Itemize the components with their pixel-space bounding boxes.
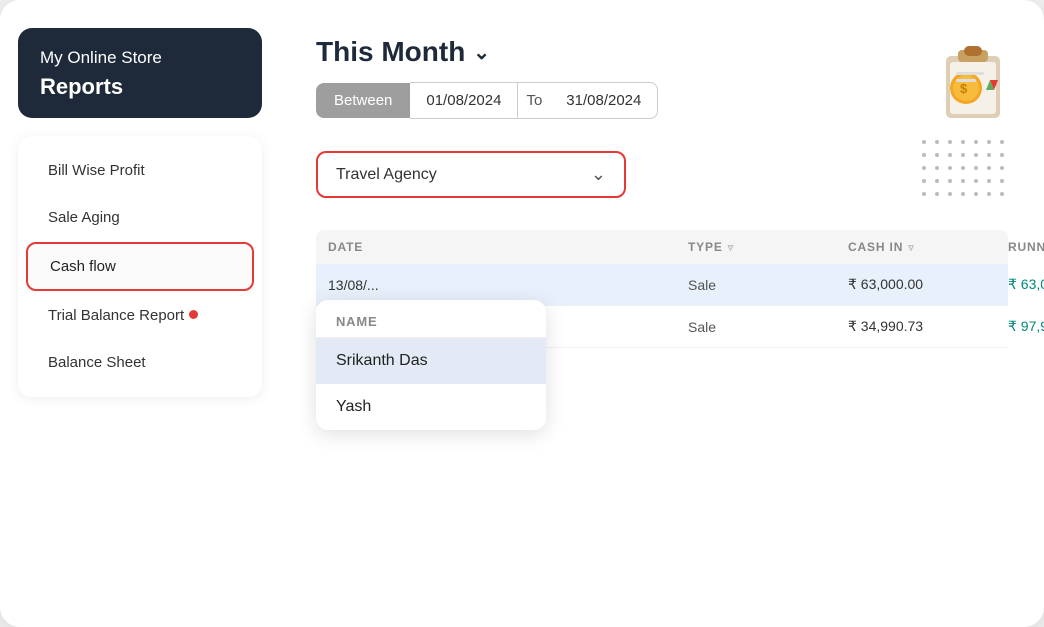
sidebar: My Online Store Reports Bill Wise Profit…: [0, 0, 280, 627]
dropdown-selected-value: Travel Agency: [336, 166, 437, 184]
decorative-dot: [961, 166, 965, 170]
sidebar-item-balance-sheet[interactable]: Balance Sheet: [26, 340, 254, 385]
sidebar-menu: Bill Wise Profit Sale Aging Cash flow Tr…: [18, 136, 262, 397]
name-dropdown-header: NAME: [316, 300, 546, 338]
decorative-dots: // dots rendered inline below: [922, 140, 1008, 200]
decorative-dot: [974, 166, 978, 170]
decorative-dot: [974, 179, 978, 183]
decorative-dot: [961, 140, 965, 144]
decorative-dot: [1000, 140, 1004, 144]
decorative-dot: [922, 179, 926, 183]
sidebar-item-cash-flow[interactable]: Cash flow: [26, 242, 254, 291]
month-title[interactable]: This Month ⌄: [316, 36, 658, 68]
cell-type: Sale: [676, 277, 836, 293]
sidebar-item-label: Trial Balance Report: [48, 307, 184, 324]
name-dropdown-popup: NAME Srikanth Das Yash: [316, 300, 546, 430]
decorative-dot: [948, 179, 952, 183]
decorative-dot: [948, 153, 952, 157]
decorative-dot: [974, 192, 978, 196]
name-dropdown-item-yash[interactable]: Yash: [316, 384, 546, 430]
decorative-dot: [987, 153, 991, 157]
col-type: TYPE ▿: [676, 240, 836, 254]
main-header: This Month ⌄ Between 01/08/2024 To 31/08…: [316, 36, 1008, 216]
chevron-down-icon: ⌄: [473, 40, 490, 65]
decorative-dot: [935, 153, 939, 157]
decorative-dot: [987, 179, 991, 183]
clipboard-illustration: $: [928, 36, 1008, 116]
decorative-dot: [922, 192, 926, 196]
cell-cash-in: ₹ 63,000.00: [836, 276, 996, 293]
sidebar-item-label: Sale Aging: [48, 209, 120, 226]
store-name: My Online Store: [40, 48, 240, 68]
to-date-field[interactable]: 31/08/2024: [550, 82, 658, 119]
col-running: RUNNING ... ▿: [996, 240, 1044, 254]
sidebar-item-bill-wise-profit[interactable]: Bill Wise Profit: [26, 148, 254, 193]
cell-cash-in: ₹ 34,990.73: [836, 318, 996, 335]
decorative-dot: [922, 166, 926, 170]
decorative-dot: [935, 179, 939, 183]
table-header: DATE TYPE ▿ CASH IN ▿ RUNNING ... ▿: [316, 230, 1008, 264]
decorative-dot: [961, 192, 965, 196]
notification-dot: [189, 310, 198, 319]
decorative-dot: [948, 192, 952, 196]
decorative-dot: [961, 179, 965, 183]
col-name: [456, 240, 676, 254]
decorative-dot: [948, 140, 952, 144]
decorative-dot: [935, 140, 939, 144]
decorative-dot: [987, 140, 991, 144]
decorative-dot: [974, 140, 978, 144]
cell-running: ₹ 63,000.00: [996, 276, 1044, 293]
date-row: Between 01/08/2024 To 31/08/2024: [316, 82, 658, 119]
decorative-dot: [987, 166, 991, 170]
filter-icon[interactable]: ▿: [728, 241, 734, 254]
decorative-dot: [974, 153, 978, 157]
svg-text:$: $: [960, 81, 968, 96]
chevron-down-icon: ⌄: [591, 164, 606, 185]
name-dropdown-item-srikanth[interactable]: Srikanth Das: [316, 338, 546, 384]
filter-icon[interactable]: ▿: [908, 241, 914, 254]
decorative-dot: [1000, 192, 1004, 196]
decorative-dot: [948, 166, 952, 170]
decorative-dot: [935, 166, 939, 170]
main-content: This Month ⌄ Between 01/08/2024 To 31/08…: [280, 0, 1044, 627]
name-item-label: Yash: [336, 398, 371, 415]
decorative-dot: [922, 153, 926, 157]
decorative-dot: [922, 140, 926, 144]
from-date-field[interactable]: 01/08/2024: [410, 82, 518, 119]
cell-running: ₹ 97,990.73: [996, 318, 1044, 335]
decorative-dot: [961, 153, 965, 157]
month-label: This Month: [316, 36, 465, 68]
dropdown-row: Travel Agency ⌄: [316, 151, 658, 198]
category-dropdown[interactable]: Travel Agency ⌄: [316, 151, 626, 198]
decorative-dot: [935, 192, 939, 196]
decorative-dot: [1000, 153, 1004, 157]
between-badge: Between: [316, 83, 410, 118]
cell-date: 13/08/...: [316, 277, 456, 293]
sidebar-header: My Online Store Reports: [18, 28, 262, 118]
sidebar-item-label: Cash flow: [50, 258, 116, 275]
decorative-dot: [987, 192, 991, 196]
decorative-dot: [1000, 166, 1004, 170]
sidebar-item-trial-balance[interactable]: Trial Balance Report: [26, 293, 254, 338]
name-item-label: Srikanth Das: [336, 352, 428, 369]
sidebar-item-label: Bill Wise Profit: [48, 162, 145, 179]
decorative-dot: [1000, 179, 1004, 183]
reports-label: Reports: [40, 74, 240, 100]
cell-type: Sale: [676, 319, 836, 335]
sidebar-item-sale-aging[interactable]: Sale Aging: [26, 195, 254, 240]
col-date: DATE: [316, 240, 456, 254]
col-cash-in: CASH IN ▿: [836, 240, 996, 254]
to-label: To: [518, 82, 550, 119]
sidebar-item-label: Balance Sheet: [48, 354, 146, 371]
